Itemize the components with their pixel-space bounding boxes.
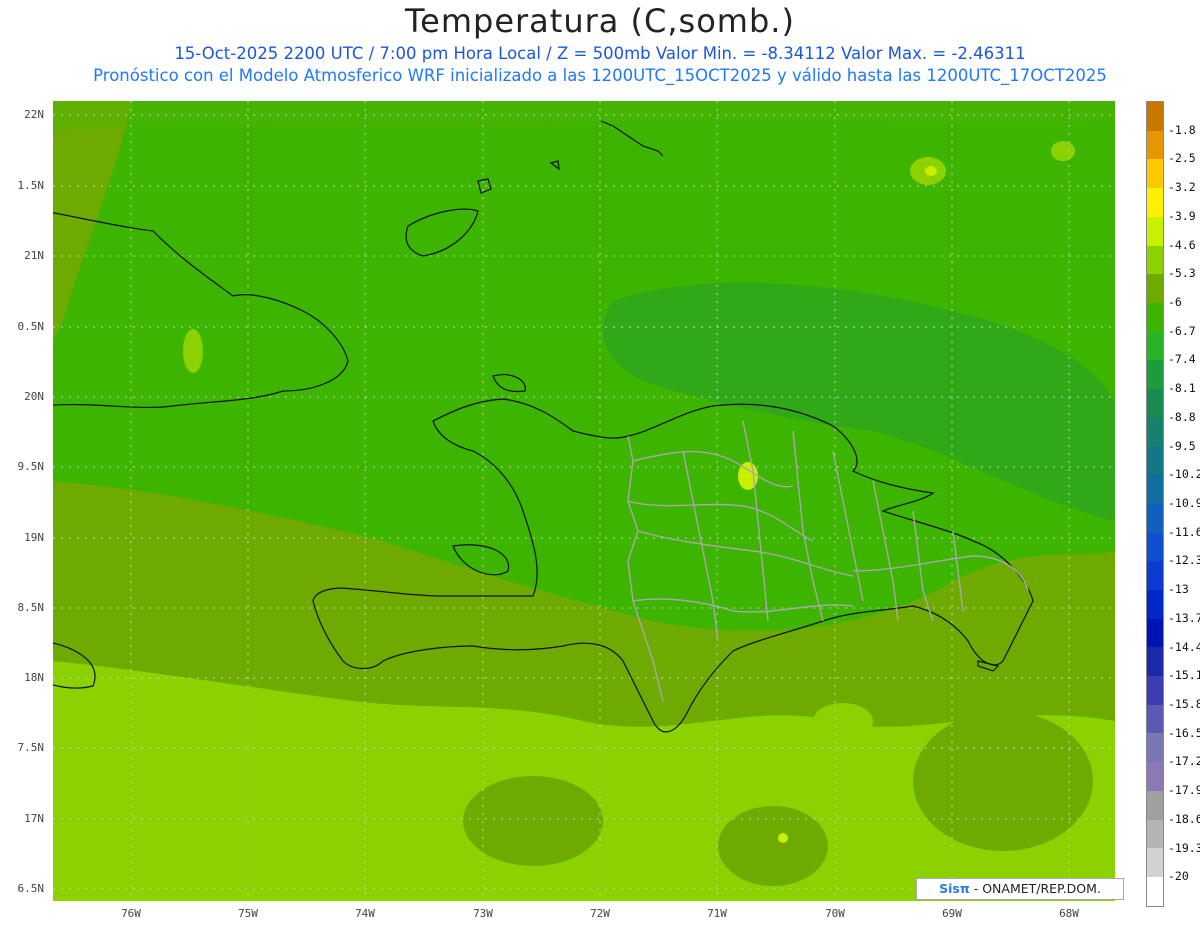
colorbar-label: -12.3 bbox=[1168, 553, 1200, 568]
colorbar-label: -7.4 bbox=[1168, 352, 1196, 367]
colorbar-label: -5.3 bbox=[1168, 266, 1196, 281]
colorbar-label: -11.6 bbox=[1168, 524, 1200, 539]
lat-label: 20N bbox=[24, 390, 44, 403]
colorbar-swatch bbox=[1147, 245, 1163, 275]
colorbar-swatch bbox=[1147, 446, 1163, 476]
colorbar-swatch bbox=[1147, 704, 1163, 734]
colorbar-label: -20 bbox=[1168, 869, 1189, 884]
colorbar-label: -15.8 bbox=[1168, 697, 1200, 711]
colorbar-swatch bbox=[1147, 417, 1163, 447]
colorbar-swatch bbox=[1147, 188, 1163, 217]
colorbar-label: -17.2 bbox=[1168, 754, 1200, 769]
subtitle-validity: 15-Oct-2025 2200 UTC / 7:00 pm Hora Loca… bbox=[174, 44, 1026, 63]
credit-pi: π bbox=[959, 881, 970, 896]
colorbar-label: -15.1 bbox=[1168, 668, 1200, 683]
lat-label: 19N bbox=[24, 531, 44, 544]
subtitle-model-run: Pronóstico con el Modelo Atmosferico WRF… bbox=[93, 66, 1107, 85]
field-spot5 bbox=[925, 166, 937, 176]
colorbar-swatch bbox=[1147, 274, 1163, 303]
colorbar-swatch bbox=[1147, 475, 1163, 504]
colorbar-swatch bbox=[1147, 589, 1163, 619]
lon-label: 68W bbox=[1059, 907, 1079, 920]
lat-label: 1.5N bbox=[17, 179, 45, 192]
colorbar-swatch bbox=[1147, 389, 1163, 418]
colorbar-label: -3.9 bbox=[1168, 208, 1196, 223]
lon-label: 71W bbox=[707, 907, 727, 920]
colorbar-swatch bbox=[1147, 360, 1163, 390]
colorbar-swatch bbox=[1147, 819, 1163, 849]
lat-label: 17N bbox=[24, 812, 44, 825]
lat-label: 18N bbox=[24, 671, 44, 684]
colorbar-swatch bbox=[1147, 532, 1163, 562]
field-patch-south1 bbox=[463, 776, 603, 866]
lon-label: 76W bbox=[121, 907, 141, 920]
field-patch-south3 bbox=[913, 711, 1093, 851]
lon-label: 74W bbox=[355, 907, 375, 920]
colorbar-label: -6 bbox=[1168, 295, 1182, 309]
colorbar-label: -9.5 bbox=[1168, 438, 1196, 453]
colorbar-label: -10.9 bbox=[1168, 496, 1200, 510]
colorbar-swatch bbox=[1147, 618, 1163, 648]
lat-label: 21N bbox=[24, 249, 44, 262]
colorbar-label: -10.2 bbox=[1168, 467, 1200, 482]
colorbar-swatch bbox=[1147, 790, 1163, 820]
colorbar-label: -4.6 bbox=[1168, 237, 1196, 252]
field-spot6 bbox=[778, 833, 788, 843]
colorbar-label: -8.8 bbox=[1168, 409, 1196, 424]
field-spot1 bbox=[183, 329, 203, 373]
temperature-map bbox=[53, 101, 1115, 901]
colorbar-label: -8.1 bbox=[1168, 381, 1196, 396]
colorbar bbox=[1146, 101, 1164, 907]
colorbar-swatch bbox=[1147, 561, 1163, 590]
colorbar-swatch bbox=[1147, 876, 1163, 906]
colorbar-swatch bbox=[1147, 762, 1163, 791]
colorbar-label: -1.8 bbox=[1168, 122, 1196, 137]
colorbar-swatch bbox=[1147, 331, 1163, 361]
lon-label: 72W bbox=[590, 907, 610, 920]
colorbar-swatch bbox=[1147, 503, 1163, 533]
lon-label: 69W bbox=[942, 907, 962, 920]
lat-label: 22N bbox=[24, 108, 44, 121]
credit-box: Sisπ - ONAMET/REP.DOM. bbox=[916, 878, 1124, 900]
lat-label: 7.5N bbox=[17, 741, 45, 754]
credit-sis: Sis bbox=[939, 881, 960, 896]
lon-label: 75W bbox=[238, 907, 258, 920]
colorbar-label: -17.9 bbox=[1168, 783, 1200, 798]
field-spot3 bbox=[1051, 141, 1075, 161]
colorbar-swatch bbox=[1147, 102, 1163, 131]
colorbar-label: -13 bbox=[1168, 582, 1189, 597]
colorbar-label: -14.4 bbox=[1168, 639, 1200, 654]
colorbar-label: -19.3 bbox=[1168, 840, 1200, 855]
lon-label: 73W bbox=[473, 907, 493, 920]
lat-label: 9.5N bbox=[17, 460, 45, 473]
lat-label: 6.5N bbox=[17, 882, 45, 895]
colorbar-swatch bbox=[1147, 159, 1163, 189]
credit-text: - ONAMET/REP.DOM. bbox=[969, 881, 1101, 896]
field-patch-south4 bbox=[813, 703, 873, 739]
colorbar-swatch bbox=[1147, 733, 1163, 763]
colorbar-swatch bbox=[1147, 216, 1163, 246]
colorbar-swatch bbox=[1147, 647, 1163, 677]
map-title: Temperatura (C,somb.) bbox=[405, 2, 795, 40]
colorbar-label: -13.7 bbox=[1168, 610, 1200, 625]
colorbar-label: -3.2 bbox=[1168, 180, 1196, 195]
colorbar-swatch bbox=[1147, 676, 1163, 705]
colorbar-swatch bbox=[1147, 302, 1163, 332]
colorbar-label: -6.7 bbox=[1168, 323, 1196, 338]
colorbar-label: -16.5 bbox=[1168, 725, 1200, 740]
lat-label: 0.5N bbox=[17, 320, 45, 333]
lon-label: 70W bbox=[825, 907, 845, 920]
lat-label: 8.5N bbox=[17, 601, 45, 614]
field-patch-south2 bbox=[718, 806, 828, 886]
temperature-field bbox=[53, 101, 1115, 901]
colorbar-swatch bbox=[1147, 848, 1163, 877]
colorbar-label: -18.6 bbox=[1168, 811, 1200, 826]
colorbar-label: -2.5 bbox=[1168, 151, 1196, 166]
colorbar-swatch bbox=[1147, 130, 1163, 160]
